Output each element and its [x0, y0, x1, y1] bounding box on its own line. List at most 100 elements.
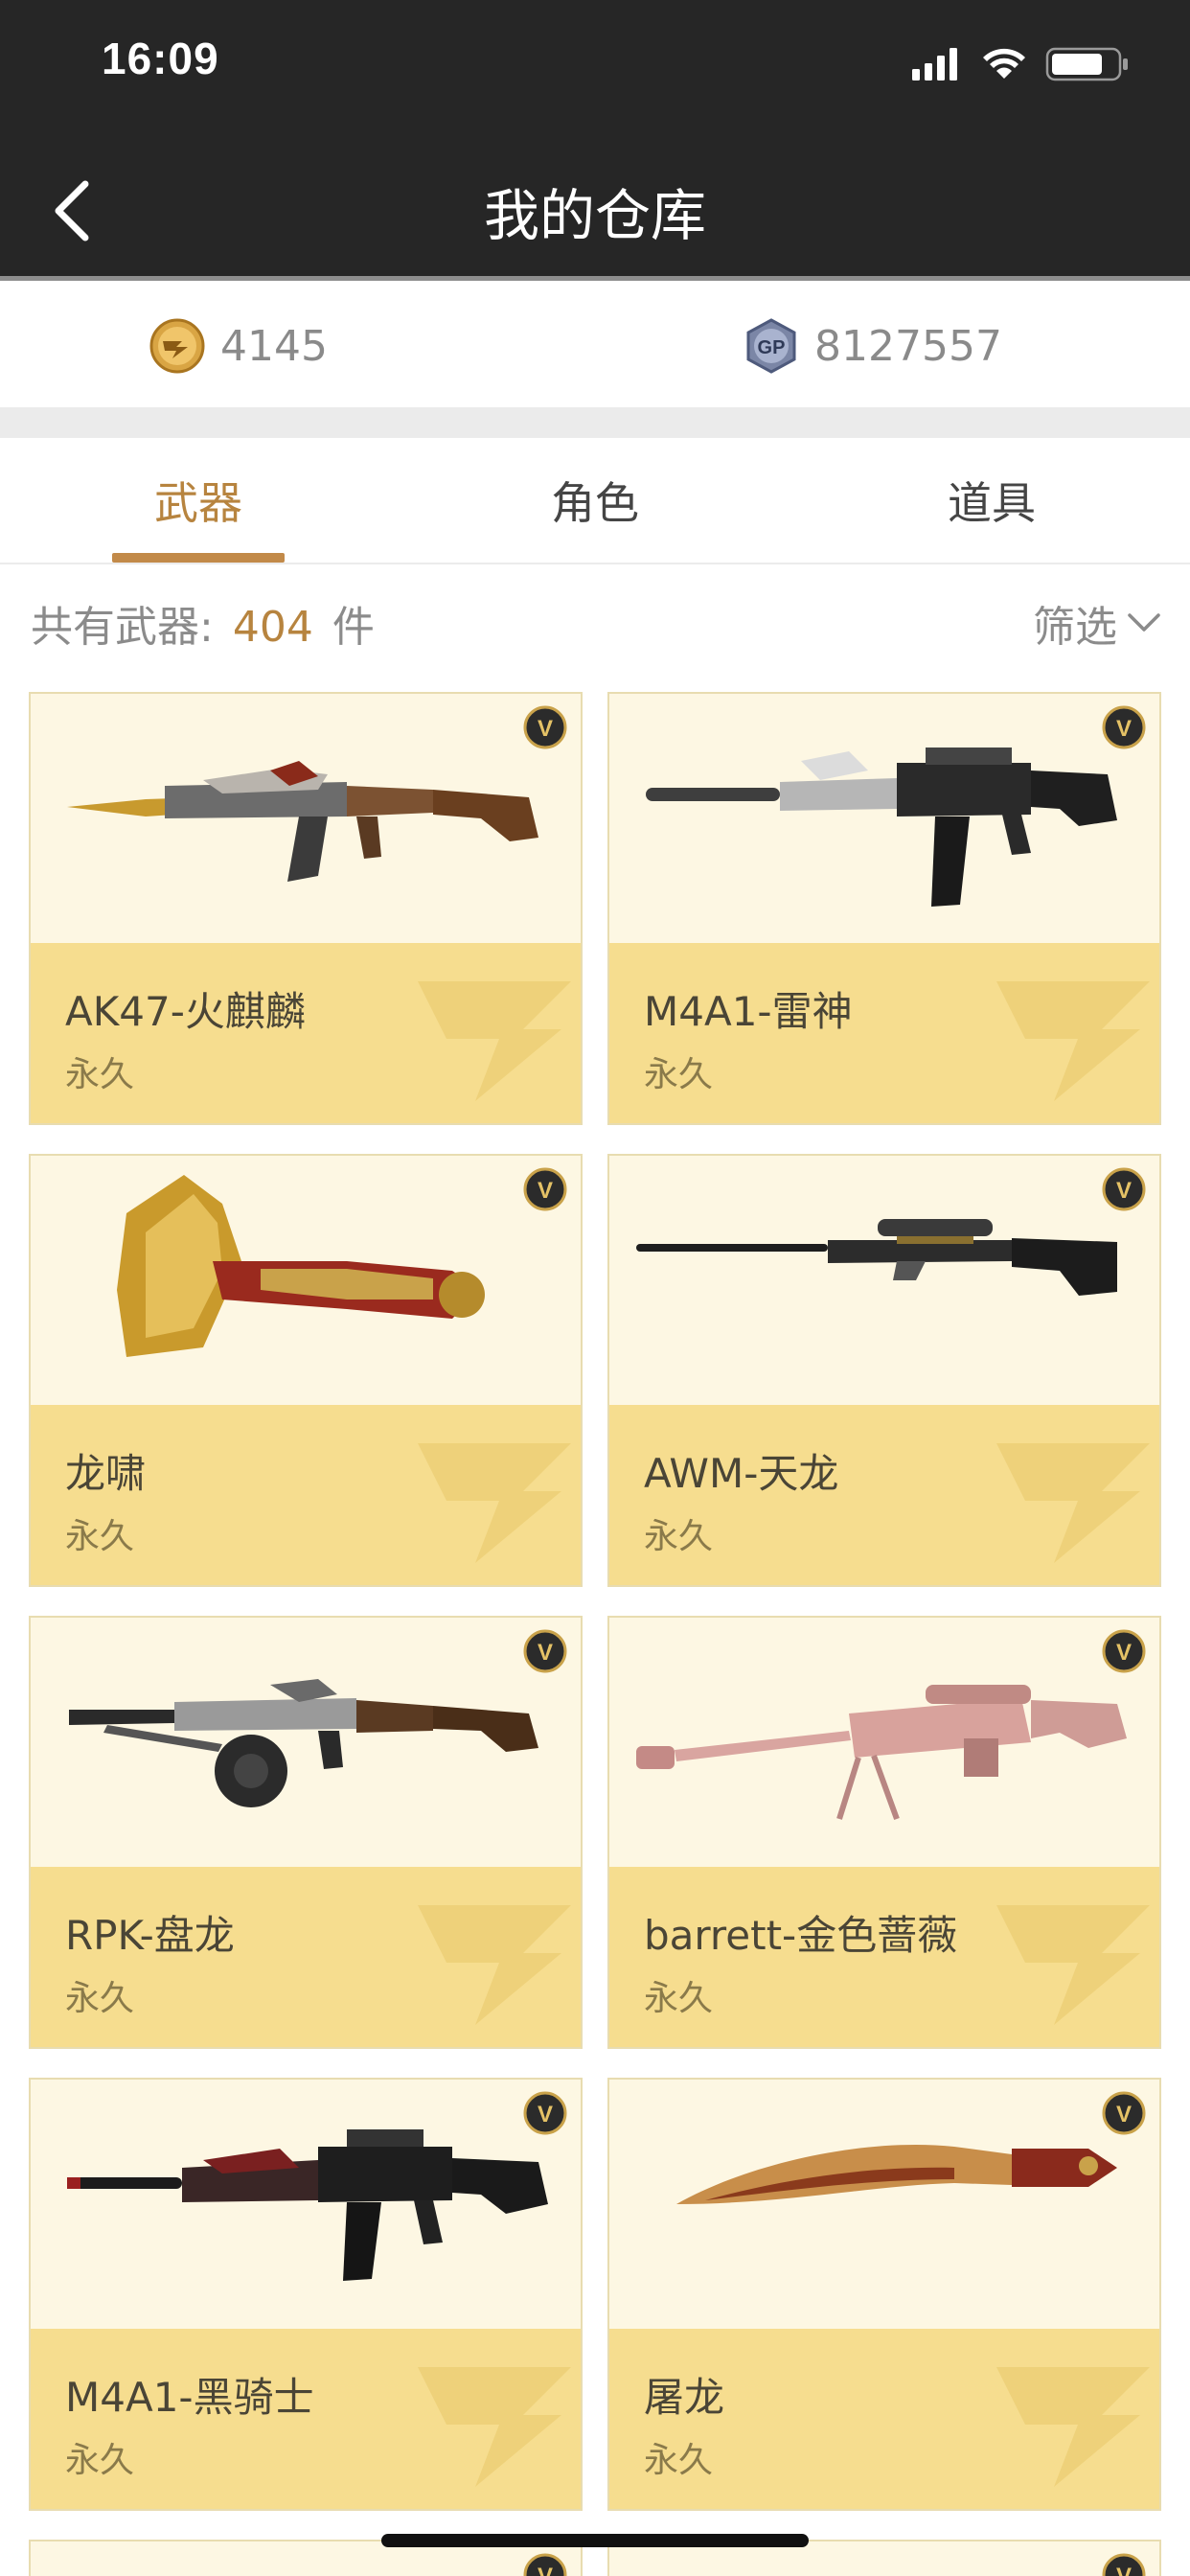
weapon-count-value: 404	[232, 603, 313, 652]
svg-text:V: V	[1116, 716, 1132, 742]
tab-characters[interactable]: 角色	[397, 438, 793, 563]
svg-text:V: V	[538, 2102, 553, 2128]
status-icons	[912, 44, 1133, 82]
weapon-image	[31, 1156, 581, 1405]
vip-badge-icon: V	[523, 1167, 567, 1211]
svg-text:V: V	[1116, 2102, 1132, 2128]
weapon-info: 屠龙 永久	[609, 2329, 1159, 2509]
weapon-card[interactable]: V 屠龙 永久	[607, 2078, 1161, 2511]
weapon-image	[31, 694, 581, 943]
cf-points: 4145	[149, 315, 328, 377]
svg-text:V: V	[538, 2564, 553, 2576]
vip-badge-icon: V	[523, 705, 567, 749]
weapon-card[interactable]: V AK47-火麒麟 永久	[29, 692, 583, 1125]
tab-items[interactable]: 道具	[793, 438, 1190, 563]
sniper-rifle-icon	[636, 1219, 1117, 1296]
cf-points-value: 4145	[220, 321, 328, 371]
weapon-image	[609, 694, 1159, 943]
barrett-rifle-icon	[636, 1685, 1127, 1821]
chevron-down-icon	[1128, 613, 1160, 632]
weapon-image	[31, 2080, 581, 2329]
cf-watermark-icon	[996, 1443, 1150, 1563]
cf-watermark-icon	[996, 1905, 1150, 2025]
summary-row: 共有武器: 404 件 筛选	[31, 575, 1161, 671]
dragon-axe-icon	[117, 1175, 485, 1357]
m4a1-black-rifle-icon	[67, 2129, 548, 2281]
m4a1-rifle-icon	[646, 748, 1117, 907]
weapon-duration: 永久	[644, 1517, 714, 1556]
svg-text:V: V	[538, 1640, 553, 1666]
vip-badge-icon: V	[523, 1629, 567, 1673]
tab-weapons[interactable]: 武器	[0, 438, 397, 563]
filter-label: 筛选	[1033, 603, 1117, 652]
weapon-card[interactable]: V M4A1-雷神 永久	[607, 692, 1161, 1125]
vip-badge-icon: V	[523, 2091, 567, 2135]
weapon-name: 屠龙	[644, 2374, 725, 2421]
weapon-image	[609, 2080, 1159, 2329]
weapon-card[interactable]: V 龙啸 永久	[29, 1154, 583, 1587]
page-title: 我的仓库	[483, 183, 706, 248]
vip-badge-icon: V	[1102, 2091, 1146, 2135]
vip-badge-icon: V	[1102, 2553, 1146, 2576]
weapon-info: barrett-金色蔷薇 永久	[609, 1867, 1159, 2047]
weapon-count-prefix: 共有武器:	[31, 603, 214, 652]
top-bar: 16:09 我的仓库	[0, 0, 1190, 280]
cf-watermark-icon	[418, 981, 571, 1101]
weapon-count-suffix: 件	[332, 603, 375, 652]
gp-points-value: 8127557	[814, 321, 1002, 371]
weapon-name: 龙啸	[65, 1450, 147, 1497]
vip-badge-icon: V	[523, 2553, 567, 2576]
weapon-duration: 永久	[644, 1055, 714, 1094]
weapon-card[interactable]: V RPK-盘龙 永久	[29, 1616, 583, 2049]
vip-badge-icon: V	[1102, 1167, 1146, 1211]
weapon-name: RPK-盘龙	[65, 1912, 235, 1959]
signal-icon	[912, 48, 957, 80]
cf-coin-icon	[149, 318, 205, 374]
active-tab-indicator	[112, 553, 285, 563]
status-time: 16:09	[102, 34, 219, 83]
weapon-duration: 永久	[644, 2441, 714, 2480]
svg-text:V: V	[1116, 2564, 1132, 2576]
weapon-info: M4A1-黑骑士 永久	[31, 2329, 581, 2509]
svg-text:V: V	[1116, 1178, 1132, 1204]
weapon-image	[31, 1618, 581, 1867]
gp-coin-icon: GP	[746, 318, 796, 374]
weapon-name: AWM-天龙	[644, 1450, 839, 1497]
vip-badge-icon: V	[1102, 1629, 1146, 1673]
weapon-card[interactable]: V M4A1-黑骑士 永久	[29, 2078, 583, 2511]
weapon-card[interactable]: V AWM-天龙 永久	[607, 1154, 1161, 1587]
weapon-info: RPK-盘龙 永久	[31, 1867, 581, 2047]
home-indicator[interactable]	[381, 2534, 809, 2547]
kukri-knife-icon	[676, 2145, 1117, 2204]
wifi-icon	[983, 48, 1025, 79]
weapon-name: M4A1-雷神	[644, 988, 853, 1035]
category-tabs: 武器 角色 道具	[0, 438, 1190, 564]
currency-bar: 4145 GP 8127557	[0, 281, 1190, 407]
cf-watermark-icon	[996, 981, 1150, 1101]
weapon-name: AK47-火麒麟	[65, 988, 306, 1035]
weapon-duration: 永久	[65, 1517, 135, 1556]
weapon-duration: 永久	[65, 2441, 135, 2480]
weapon-info: 龙啸 永久	[31, 1405, 581, 1585]
weapon-count: 共有武器: 404 件	[31, 592, 375, 654]
weapon-card[interactable]: V barrett-金色蔷薇 永久	[607, 1616, 1161, 2049]
svg-text:V: V	[538, 1178, 553, 1204]
weapon-image	[609, 1618, 1159, 1867]
svg-text:GP: GP	[758, 337, 786, 358]
weapon-info: M4A1-雷神 永久	[609, 943, 1159, 1123]
weapon-duration: 永久	[65, 1979, 135, 2018]
svg-text:V: V	[1116, 1640, 1132, 1666]
svg-text:V: V	[538, 716, 553, 742]
cf-watermark-icon	[418, 2367, 571, 2487]
cf-watermark-icon	[418, 1905, 571, 2025]
ak47-rifle-icon	[67, 761, 538, 882]
weapon-name: M4A1-黑骑士	[65, 2374, 314, 2421]
cf-watermark-icon	[996, 2367, 1150, 2487]
weapon-duration: 永久	[644, 1979, 714, 2018]
filter-button[interactable]: 筛选	[1033, 592, 1161, 654]
battery-icon	[1045, 47, 1128, 81]
weapon-info: AK47-火麒麟 永久	[31, 943, 581, 1123]
weapon-name: barrett-金色蔷薇	[644, 1912, 958, 1959]
section-divider	[0, 407, 1190, 438]
cf-watermark-icon	[418, 1443, 571, 1563]
